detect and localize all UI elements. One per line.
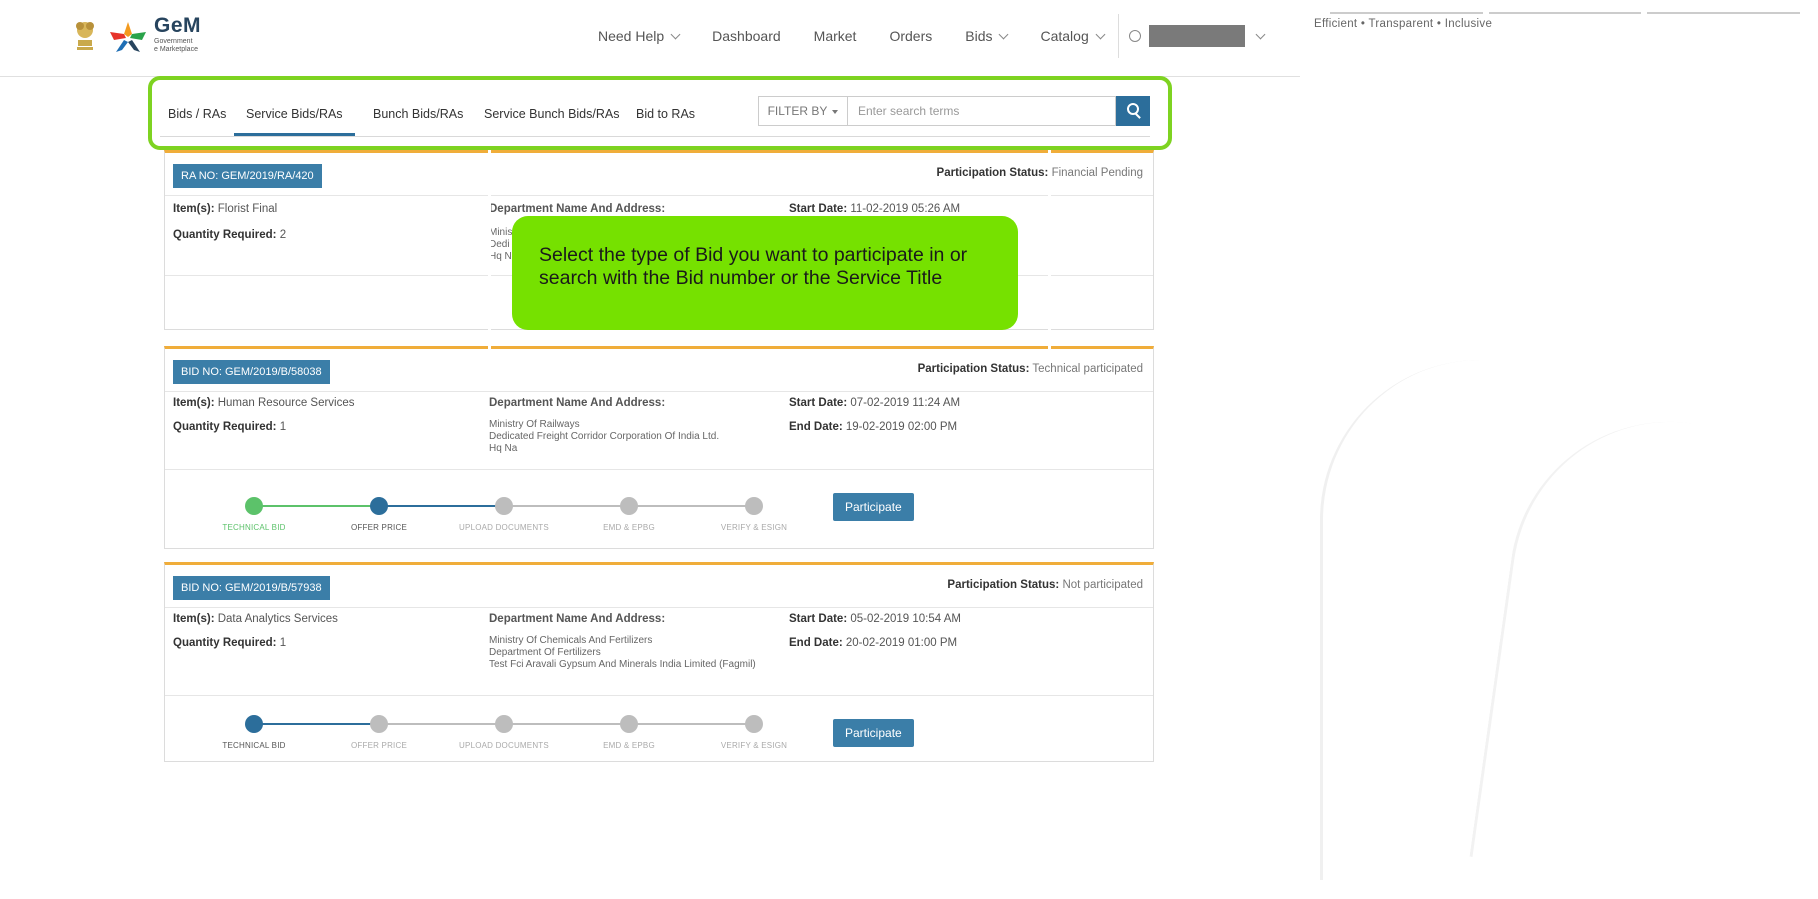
items-field: Item(s): Florist Final [173,203,278,215]
nav-label: Dashboard [712,28,781,44]
step-dot [495,715,513,733]
quantity-field: Quantity Required: 1 [173,421,287,433]
step-dot [620,715,638,733]
dept-label: Department Name And Address: [489,203,666,215]
chevron-down-icon [1255,29,1266,39]
step-dot [245,497,263,515]
top-nav: Need Help Dashboard Market Orders Bids C… [598,28,1137,44]
step-dot [495,497,513,515]
start-date-field: Start Date: 07-02-2019 11:24 AM [789,397,961,409]
tagline-bar [1330,12,1801,14]
redacted-username [1149,25,1245,47]
dept-address: Ministry Of Chemicals And Fertilizers De… [489,635,756,670]
chevron-down-icon [1095,29,1106,39]
participation-status: Participation Status: Financial Pending [936,167,1143,179]
brand-block: GeM Government e Marketplace [154,14,201,54]
step-label: EMD & EPBG [603,741,655,750]
end-date-field: End Date: 19-02-2019 02:00 PM [789,421,958,433]
step-label: VERIFY & ESIGN [720,523,788,532]
user-menu[interactable] [1118,14,1266,58]
dept-label: Department Name And Address: [489,397,666,409]
nav-label: Market [813,28,857,44]
step-connector [254,505,379,507]
participation-status: Participation Status: Not participated [947,579,1143,591]
national-emblem-icon [72,14,98,52]
nav-label: Bids [965,28,993,44]
step-connector [254,723,379,725]
step-connector [629,723,754,725]
callout-text: Select the type of Bid you want to parti… [539,244,968,289]
start-date-field: Start Date: 11-02-2019 05:26 AM [789,203,961,215]
end-date-field: End Date: 20-02-2019 01:00 PM [789,637,958,649]
step-connector [629,505,754,507]
step-dot [745,715,763,733]
nav-market[interactable]: Market [814,28,857,44]
step-label: UPLOAD DOCUMENTS [459,741,549,750]
step-dot [745,497,763,515]
items-field: Item(s): Human Resource Services [173,397,355,409]
bid-number-badge[interactable]: BID NO: GEM/2019/B/58038 [173,360,330,384]
brand-subtitle: Government [154,38,193,45]
quantity-field: Quantity Required: 2 [173,229,287,241]
dept-address: Ministry Of Railways Dedicated Freight C… [489,419,720,454]
dept-label: Department Name And Address: [489,613,666,625]
items-field: Item(s): Data Analytics Services [173,613,338,625]
step-label: TECHNICAL BID [222,741,286,750]
step-dot [620,497,638,515]
participation-status: Participation Status: Technical particip… [917,363,1143,375]
dept-address: Minis Dedi Hq N [489,227,513,262]
step-connector [379,723,504,725]
chevron-down-icon [670,29,681,39]
brand-subtitle-2: e Marketplace [154,46,198,53]
step-label: TECHNICAL BID [222,523,286,532]
bid-number-badge[interactable]: BID NO: GEM/2019/B/57938 [173,576,330,600]
step-label: OFFER PRICE [351,741,407,750]
nav-label: Orders [889,28,933,44]
participate-button[interactable]: Participate [833,493,914,521]
bid-card: BID NO: GEM/2019/B/57938 Participation S… [164,562,1154,762]
tagline: Efficient • Transparent • Inclusive [1314,18,1493,30]
top-header: GeM Government e Marketplace Need Help D… [0,0,1300,77]
participate-button[interactable]: Participate [833,719,914,747]
start-date-field: Start Date: 05-02-2019 10:54 AM [789,613,961,625]
nav-orders[interactable]: Orders [889,28,932,44]
step-dot [370,715,388,733]
gem-logo-icon[interactable] [108,20,148,54]
quantity-field: Quantity Required: 1 [173,637,287,649]
bid-card: BID NO: GEM/2019/B/58038 Participation S… [164,346,1154,549]
nav-bids[interactable]: Bids [965,28,1009,44]
step-connector [504,723,629,725]
step-dot [370,497,388,515]
step-connector [504,505,629,507]
step-label: EMD & EPBG [603,523,655,532]
nav-label: Need Help [598,28,665,44]
step-label: OFFER PRICE [351,523,407,532]
step-label: VERIFY & ESIGN [720,741,788,750]
tabs-highlight-box [148,76,1172,150]
step-label: UPLOAD DOCUMENTS [459,523,549,532]
nav-catalog[interactable]: Catalog [1040,28,1106,44]
nav-label: Catalog [1040,28,1089,44]
step-connector [379,505,504,507]
callout-guide-line [1048,150,1051,360]
callout-guide-line [488,150,491,360]
bid-number-badge[interactable]: RA NO: GEM/2019/RA/420 [173,164,322,188]
nav-dashboard[interactable]: Dashboard [712,28,781,44]
instruction-callout: Select the type of Bid you want to parti… [512,216,1018,330]
step-dot [245,715,263,733]
user-icon [1129,30,1141,42]
brand-title: GeM [154,14,202,37]
nav-need-help[interactable]: Need Help [598,28,681,44]
chevron-down-icon [999,29,1009,39]
